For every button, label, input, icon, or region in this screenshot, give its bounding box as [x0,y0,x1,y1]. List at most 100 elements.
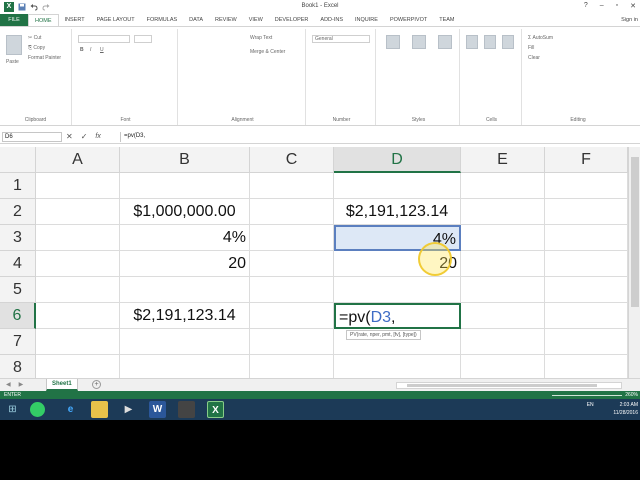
empty-cell[interactable] [250,355,334,378]
empty-cell[interactable] [545,173,628,199]
fill-button[interactable]: Fill [528,45,534,51]
row-header-4[interactable]: 4 [0,251,36,277]
empty-cell[interactable] [36,199,120,225]
cell-styles-icon[interactable] [438,35,452,49]
font-size-select[interactable] [134,35,152,43]
next-sheet-icon[interactable]: ▶ [19,381,24,388]
insert-cells-icon[interactable] [466,35,478,49]
tab-home[interactable]: HOME [28,14,59,26]
empty-cell[interactable] [36,277,120,303]
zoom-level[interactable]: 260% [625,392,638,398]
excel-taskbar-icon[interactable]: X [207,401,224,418]
empty-cell[interactable] [461,355,545,378]
sheet-tab-sheet1[interactable]: Sheet1 [46,379,78,391]
empty-cell[interactable] [334,355,461,378]
cell-b6[interactable]: $2,191,123.14 [120,303,250,329]
empty-cell[interactable] [461,225,545,251]
vertical-scroll-thumb[interactable] [631,157,639,307]
empty-cell[interactable] [545,303,628,329]
row-header-3[interactable]: 3 [0,225,36,251]
chrome-icon[interactable] [30,402,45,417]
add-sheet-icon[interactable]: + [92,380,101,389]
empty-cell[interactable] [461,277,545,303]
empty-cell[interactable] [36,355,120,378]
col-header-b[interactable]: B [120,147,250,173]
tab-data[interactable]: DATA [183,14,209,26]
format-painter-button[interactable]: Format Painter [28,55,61,61]
empty-cell[interactable] [36,173,120,199]
help-icon[interactable]: ? [584,2,588,10]
internet-explorer-icon[interactable]: e [62,401,79,418]
empty-cell[interactable] [36,303,120,329]
tab-team[interactable]: TEAM [433,14,460,26]
row-header-8[interactable]: 8 [0,355,36,378]
cut-button[interactable]: ✂ Cut [28,35,41,41]
close-icon[interactable]: ✕ [630,2,636,10]
empty-cell[interactable] [545,329,628,355]
empty-cell[interactable] [250,251,334,277]
format-cells-icon[interactable] [502,35,514,49]
name-box[interactable]: D6 [2,132,62,142]
empty-cell[interactable] [461,251,545,277]
windows-start-icon[interactable]: ⊞ [4,401,21,418]
empty-cell[interactable] [250,277,334,303]
empty-cell[interactable] [250,329,334,355]
col-header-d[interactable]: D [334,147,461,173]
empty-cell[interactable] [36,251,120,277]
cell-b4[interactable]: 20 [120,251,250,277]
row-header-6[interactable]: 6 [0,303,36,329]
video-app-icon[interactable] [178,401,195,418]
tab-page-layout[interactable]: PAGE LAYOUT [91,14,141,26]
tab-review[interactable]: REVIEW [209,14,243,26]
sign-in-link[interactable]: Sign in [621,17,638,23]
tab-file[interactable]: FILE [0,14,28,26]
empty-cell[interactable] [120,355,250,378]
empty-cell[interactable] [250,303,334,329]
empty-cell[interactable] [120,277,250,303]
language-indicator[interactable]: EN [587,402,594,408]
conditional-formatting-icon[interactable] [386,35,400,49]
col-header-f[interactable]: F [545,147,628,173]
select-all-corner[interactable] [0,147,36,173]
empty-cell[interactable] [334,173,461,199]
word-icon[interactable]: W [149,401,166,418]
tab-powerpivot[interactable]: POWERPIVOT [384,14,433,26]
empty-cell[interactable] [250,199,334,225]
wrap-text-button[interactable]: Wrap Text [250,35,272,41]
col-header-a[interactable]: A [36,147,120,173]
bold-button[interactable]: B [80,47,84,53]
empty-cell[interactable] [461,173,545,199]
empty-cell[interactable] [545,199,628,225]
tab-developer[interactable]: DEVELOPER [269,14,315,26]
font-name-select[interactable] [78,35,130,43]
copy-button[interactable]: ⎘ Copy [28,45,45,51]
empty-cell[interactable] [545,251,628,277]
number-format-select[interactable]: General [312,35,370,43]
row-header-2[interactable]: 2 [0,199,36,225]
tab-add-ins[interactable]: ADD-INS [314,14,349,26]
empty-cell[interactable] [250,173,334,199]
insert-function-icon[interactable]: fx [95,133,100,140]
empty-cell[interactable] [120,173,250,199]
horizontal-scroll-thumb[interactable] [407,384,597,387]
empty-cell[interactable] [461,303,545,329]
empty-cell[interactable] [461,329,545,355]
enter-icon[interactable]: ✓ [81,132,88,141]
media-player-icon[interactable]: ▶ [120,401,137,418]
file-explorer-icon[interactable] [91,401,108,418]
formula-input[interactable]: =pv(D3, [120,132,638,142]
zoom-slider[interactable] [552,393,622,397]
tab-inquire[interactable]: INQUIRE [349,14,384,26]
cell-b3[interactable]: 4% [120,225,250,251]
col-header-e[interactable]: E [461,147,545,173]
row-header-1[interactable]: 1 [0,173,36,199]
empty-cell[interactable] [461,199,545,225]
empty-cell[interactable] [545,277,628,303]
cell-b2[interactable]: $1,000,000.00 [120,199,250,225]
empty-cell[interactable] [545,225,628,251]
paste-button[interactable]: Paste [6,59,19,65]
empty-cell[interactable] [36,225,120,251]
paste-icon[interactable] [6,35,22,55]
italic-button[interactable]: I [90,47,91,53]
empty-cell[interactable] [120,329,250,355]
